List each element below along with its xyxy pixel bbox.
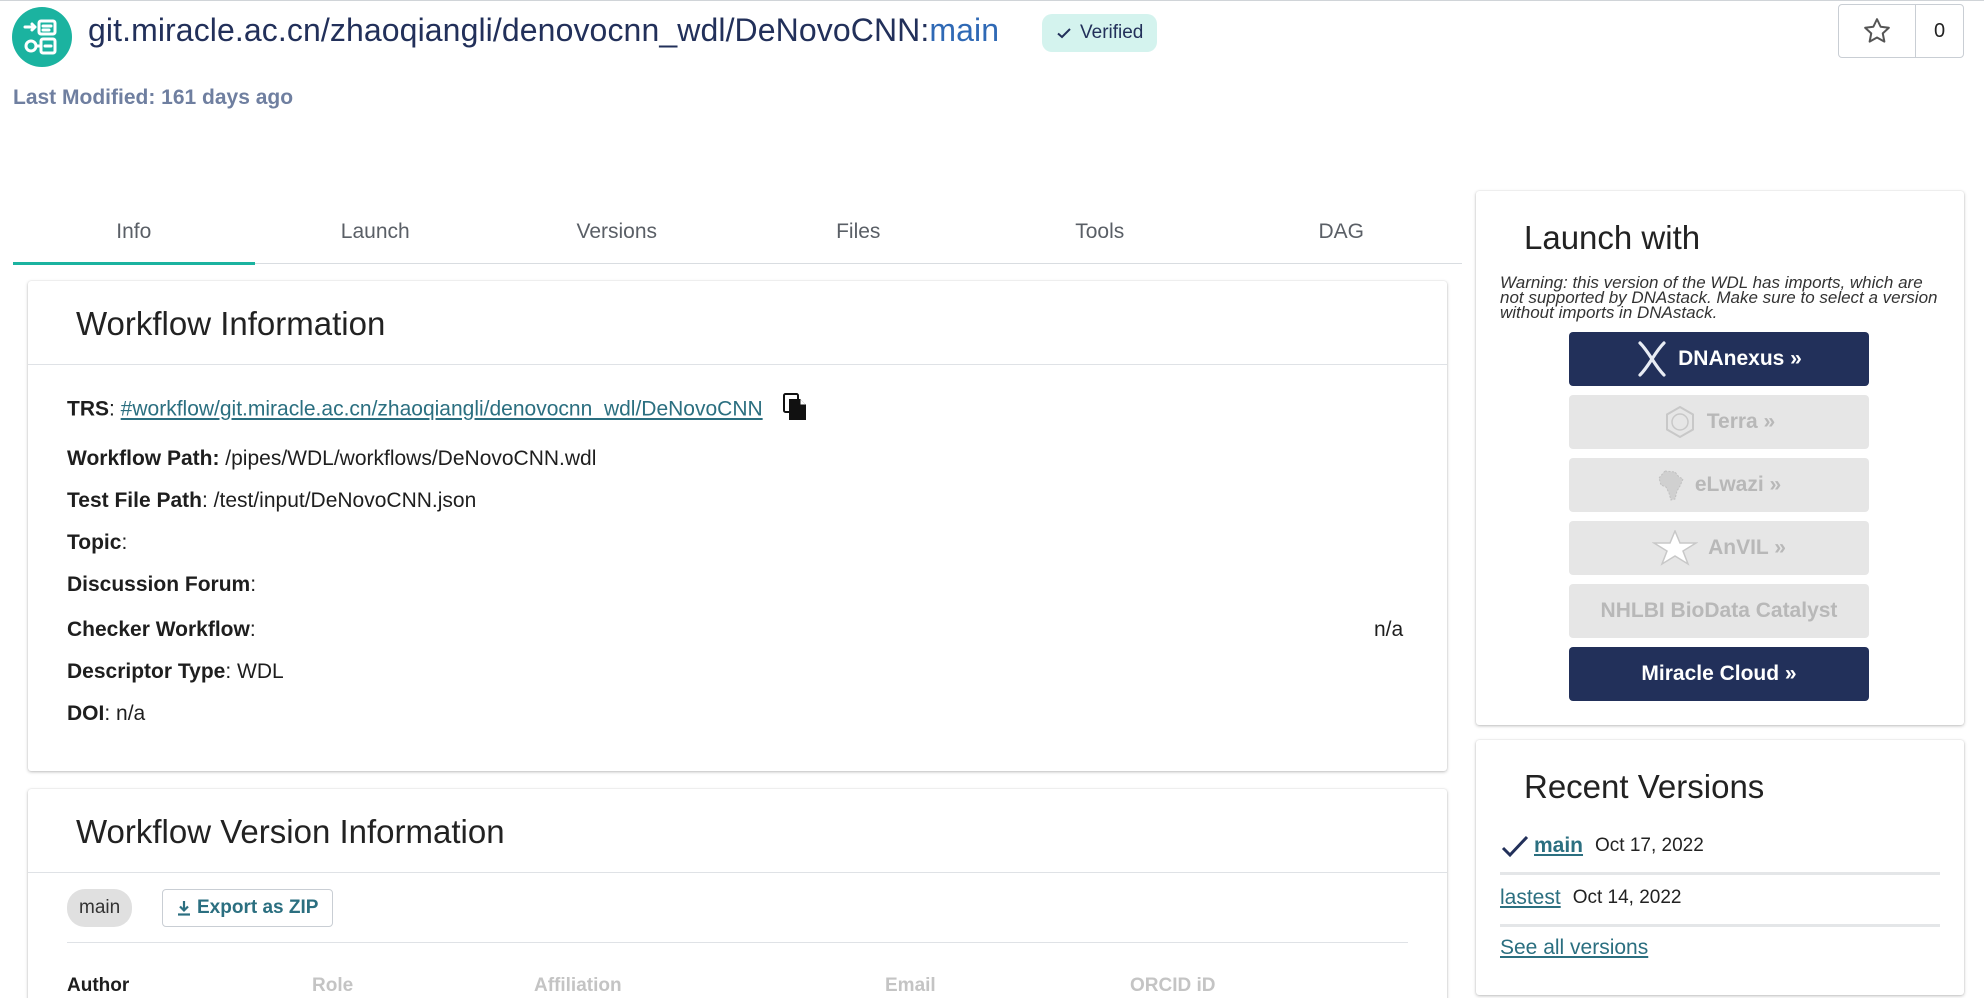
terra-label: Terra » [1706, 410, 1776, 433]
export-zip-button[interactable]: Export as ZIP [162, 889, 334, 927]
workflow-information-title: Workflow Information [76, 305, 386, 342]
divider [1500, 872, 1940, 875]
launch-dnanexus-button[interactable]: DNAnexus » [1569, 332, 1869, 386]
doi-row: DOI: n/a [67, 702, 146, 725]
africa-map-icon [1658, 470, 1684, 501]
workflow-information-card: Workflow Information TRS: #workflow/git.… [28, 281, 1447, 771]
verified-badge: Verified [1042, 14, 1158, 52]
recent-versions-title: Recent Versions [1524, 768, 1765, 805]
terra-icon [1665, 405, 1694, 439]
see-all-versions-link[interactable]: See all versions [1500, 936, 1648, 960]
column-header-affiliation: Affiliation [534, 975, 622, 996]
launch-miracle-cloud-button[interactable]: Miracle Cloud » [1569, 647, 1869, 701]
column-header-email: Email [885, 975, 936, 996]
launch-with-title: Launch with [1524, 219, 1701, 256]
launch-terra-button[interactable]: Terra » [1569, 395, 1869, 449]
descriptor-type-value: WDL [237, 660, 284, 683]
test-file-value: /test/input/DeNovoCNN.json [213, 489, 477, 512]
page-title: git.miracle.ac.cn/zhaoqiangli/denovocnn_… [88, 12, 999, 49]
recent-versions-card: Recent Versions main Oct 17, 2022 lastes… [1476, 740, 1964, 995]
version-date: Oct 14, 2022 [1572, 887, 1682, 908]
list-item: lastest Oct 14, 2022 [1500, 886, 1940, 910]
nhlbi-biodata-catalyst-label: NHLBI BioData Catalyst [1600, 599, 1838, 622]
doi-label: DOI [67, 702, 105, 725]
branch-name: main [929, 12, 1000, 48]
launch-with-card: Launch with Warning: this version of the… [1476, 191, 1964, 725]
checker-workflow-value: n/a [1374, 618, 1404, 641]
export-zip-label: Export as ZIP [197, 897, 319, 918]
tab-versions[interactable]: Versions [496, 200, 738, 264]
workflow-path-label: Workflow Path: [67, 447, 220, 470]
verified-check-icon [1501, 835, 1529, 858]
star-icon [1864, 18, 1890, 43]
workflow-path-value: /pipes/WDL/workflows/DeNovoCNN.wdl [225, 447, 597, 470]
column-header-orcid: ORCID iD [1130, 975, 1216, 996]
workflow-version-information-card: Workflow Version Information main Export… [28, 789, 1447, 998]
trs-label: TRS [67, 397, 109, 421]
workflow-version-information-title: Workflow Version Information [76, 813, 505, 850]
dnastack-warning: Warning: this version of the WDL has imp… [1500, 273, 1938, 322]
divider [1500, 924, 1940, 927]
check-icon [1057, 28, 1071, 39]
repo-path: git.miracle.ac.cn/zhaoqiangli/denovocnn_… [88, 12, 921, 48]
elwazi-label: eLwazi » [1694, 473, 1782, 496]
workflow-path-row: Workflow Path: /pipes/WDL/workflows/DeNo… [67, 447, 596, 471]
dnanexus-label: DNAnexus » [1678, 347, 1802, 370]
miracle-cloud-label: Miracle Cloud » [1641, 662, 1797, 685]
tab-files[interactable]: Files [738, 200, 980, 264]
tab-bar: Info Launch Versions Files Tools DAG [13, 200, 1463, 265]
test-file-row: Test File Path: /test/input/DeNovoCNN.js… [67, 489, 477, 512]
version-chip: main [67, 889, 133, 927]
launch-elwazi-button[interactable]: eLwazi » [1569, 458, 1869, 512]
descriptor-type-label: Descriptor Type [67, 660, 226, 683]
anvil-label: AnVIL » [1708, 536, 1786, 559]
last-modified: Last Modified: 161 days ago [13, 86, 294, 109]
doi-value: n/a [116, 702, 146, 725]
tab-dag[interactable]: DAG [1221, 200, 1463, 264]
divider [28, 364, 1447, 365]
divider [28, 872, 1447, 873]
column-header-author: Author [67, 975, 130, 996]
checker-workflow-row: Checker Workflow: [67, 618, 256, 641]
workflow-logo-icon [12, 7, 72, 67]
version-link-main[interactable]: main [1534, 834, 1583, 858]
column-header-role: Role [312, 975, 354, 996]
star-widget: 0 [1838, 4, 1964, 58]
tab-info[interactable]: Info [13, 200, 255, 265]
launch-nhlbi-biodata-catalyst-button[interactable]: NHLBI BioData Catalyst [1569, 584, 1869, 638]
download-icon [178, 901, 190, 916]
tab-launch[interactable]: Launch [255, 200, 497, 264]
divider [67, 942, 1408, 943]
version-link-lastest[interactable]: lastest [1500, 886, 1561, 910]
topic-label: Topic [67, 531, 122, 554]
trs-link[interactable]: #workflow/git.miracle.ac.cn/zhaoqiangli/… [121, 398, 763, 421]
list-item: main Oct 17, 2022 [1500, 834, 1940, 858]
launch-anvil-button[interactable]: AnVIL » [1569, 521, 1869, 575]
anvil-star-icon [1652, 530, 1699, 566]
dnanexus-icon [1638, 341, 1666, 377]
test-file-label: Test File Path [67, 489, 202, 512]
star-count: 0 [1933, 19, 1946, 42]
tab-tools[interactable]: Tools [979, 200, 1221, 264]
verified-label: Verified [1080, 22, 1144, 43]
copy-icon[interactable] [782, 393, 807, 427]
discussion-forum-label: Discussion Forum [67, 573, 251, 596]
top-border [0, 0, 1984, 1]
trs-row: TRS: #workflow/git.miracle.ac.cn/zhaoqia… [67, 393, 807, 427]
star-button[interactable] [1839, 5, 1916, 57]
topic-row: Topic: [67, 531, 128, 554]
descriptor-type-row: Descriptor Type: WDL [67, 660, 284, 683]
checker-workflow-label: Checker Workflow [67, 618, 250, 641]
version-date: Oct 17, 2022 [1595, 835, 1704, 856]
discussion-forum-row: Discussion Forum: [67, 573, 257, 596]
